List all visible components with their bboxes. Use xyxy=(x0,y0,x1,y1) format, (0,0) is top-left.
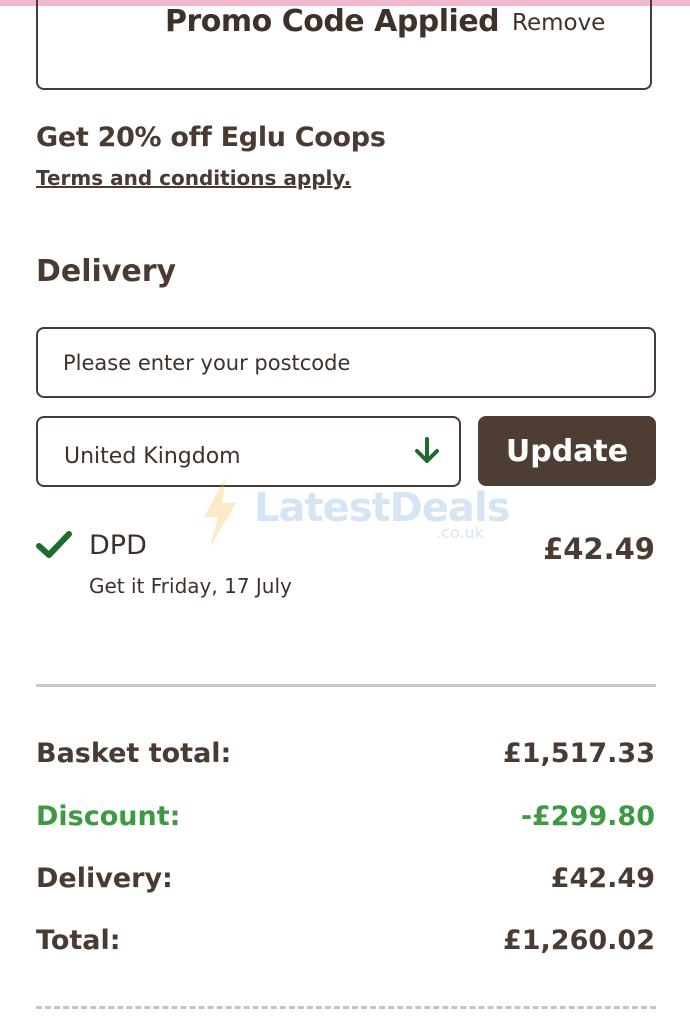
dashed-divider xyxy=(36,1006,656,1009)
delivery-cost-value: £42.49 xyxy=(550,863,655,894)
delivery-option-date: Get it Friday, 17 July xyxy=(89,574,292,598)
country-select-value: United Kingdom xyxy=(64,444,241,469)
delivery-option-price: £42.49 xyxy=(543,532,655,566)
order-total-value: £1,260.02 xyxy=(502,925,655,956)
remove-promo-button[interactable]: Remove xyxy=(512,10,605,36)
delivery-option-name[interactable]: DPD xyxy=(89,530,147,561)
checkmark-icon xyxy=(36,530,72,564)
country-select[interactable]: United Kingdom xyxy=(36,416,461,487)
offer-title: Get 20% off Eglu Coops xyxy=(36,122,386,153)
watermark-sub: .co.uk xyxy=(436,523,484,542)
terms-link[interactable]: Terms and conditions apply. xyxy=(36,166,351,190)
watermark-text: LatestDeals xyxy=(254,485,511,531)
promo-code-box: Promo Code Applied Remove xyxy=(36,0,652,90)
discount-value: -£299.80 xyxy=(520,801,655,832)
summary-divider xyxy=(36,684,656,687)
arrow-down-icon xyxy=(412,436,442,470)
order-total-label: Total: xyxy=(36,925,121,956)
basket-total-value: £1,517.33 xyxy=(502,738,655,769)
promo-applied-title: Promo Code Applied xyxy=(165,4,500,39)
postcode-input[interactable] xyxy=(36,327,656,398)
delivery-heading: Delivery xyxy=(36,254,177,289)
basket-total-label: Basket total: xyxy=(36,738,232,769)
update-button[interactable]: Update xyxy=(478,416,656,486)
delivery-cost-label: Delivery: xyxy=(36,863,173,894)
discount-label: Discount: xyxy=(36,801,181,832)
